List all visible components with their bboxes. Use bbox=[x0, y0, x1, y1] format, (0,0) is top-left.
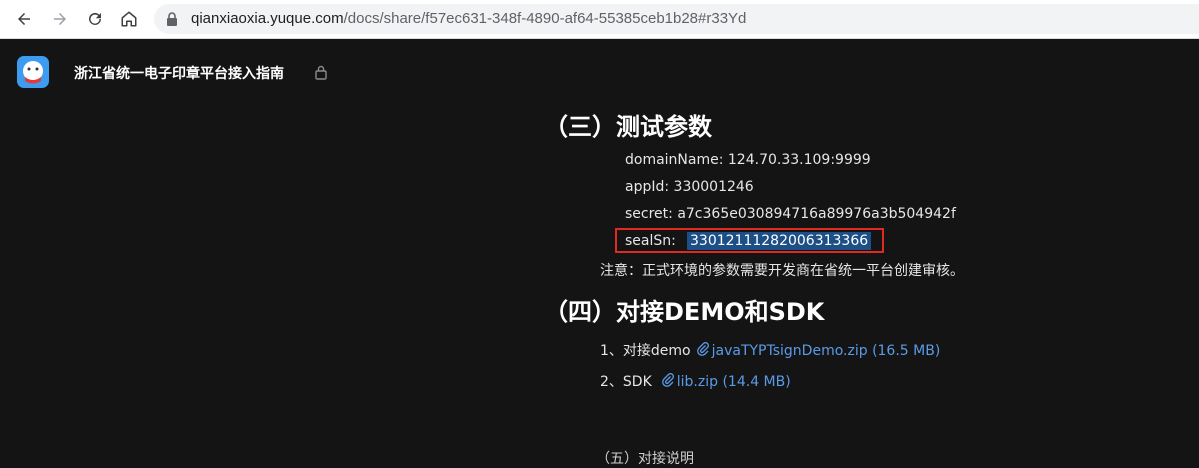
home-icon bbox=[121, 11, 137, 27]
paperclip-icon bbox=[661, 373, 674, 387]
seal-label: sealSn: bbox=[625, 233, 676, 249]
attachment-prefix: 2、SDK bbox=[600, 374, 652, 390]
attachment-link[interactable]: javaTYPTsignDemo.zip (16.5 MB) bbox=[712, 343, 941, 359]
attachment-row: 1、对接demo javaTYPTsignDemo.zip (16.5 MB) bbox=[600, 340, 940, 360]
seal-value-selected[interactable]: 33012111282006313366 bbox=[687, 232, 872, 250]
cut-off-text: （五）对接说明 bbox=[596, 451, 694, 467]
reload-icon bbox=[89, 12, 101, 25]
doc-title[interactable]: 浙江省统一电子印章平台接入指南 bbox=[74, 63, 284, 83]
param-line: appId: 330001246 bbox=[625, 179, 754, 195]
back-button[interactable] bbox=[12, 7, 36, 31]
yuque-logo-icon[interactable] bbox=[17, 56, 49, 88]
arrow-right-icon bbox=[54, 13, 66, 25]
attachment-prefix: 1、对接demo bbox=[600, 343, 691, 359]
section-heading: （三）测试参数 bbox=[544, 113, 712, 141]
reload-button[interactable] bbox=[83, 7, 107, 31]
param-line: secret: a7c365e030894716a89976a3b504942f bbox=[625, 206, 956, 222]
paperclip-icon bbox=[696, 342, 709, 356]
browser-toolbar: qianxiaoxia.yuque.com/docs/share/f57ec63… bbox=[0, 0, 1199, 39]
home-button[interactable] bbox=[117, 7, 141, 31]
lock-icon bbox=[315, 65, 327, 80]
forward-button[interactable] bbox=[48, 7, 72, 31]
note-text: 注意：正式环境的参数需要开发商在省统一平台创建审核。 bbox=[600, 263, 964, 279]
address-bar[interactable]: qianxiaoxia.yuque.com/docs/share/f57ec63… bbox=[154, 4, 1199, 34]
attachment-link[interactable]: lib.zip (14.4 MB) bbox=[677, 374, 791, 390]
url-text: qianxiaoxia.yuque.com/docs/share/f57ec63… bbox=[191, 10, 747, 27]
attachment-row: 2、SDK lib.zip (14.4 MB) bbox=[600, 371, 791, 391]
lock-icon bbox=[167, 12, 177, 26]
section-heading: （四）对接DEMO和SDK bbox=[544, 298, 825, 326]
arrow-left-icon bbox=[18, 13, 30, 25]
param-line: domainName: 124.70.33.109:9999 bbox=[625, 152, 871, 168]
